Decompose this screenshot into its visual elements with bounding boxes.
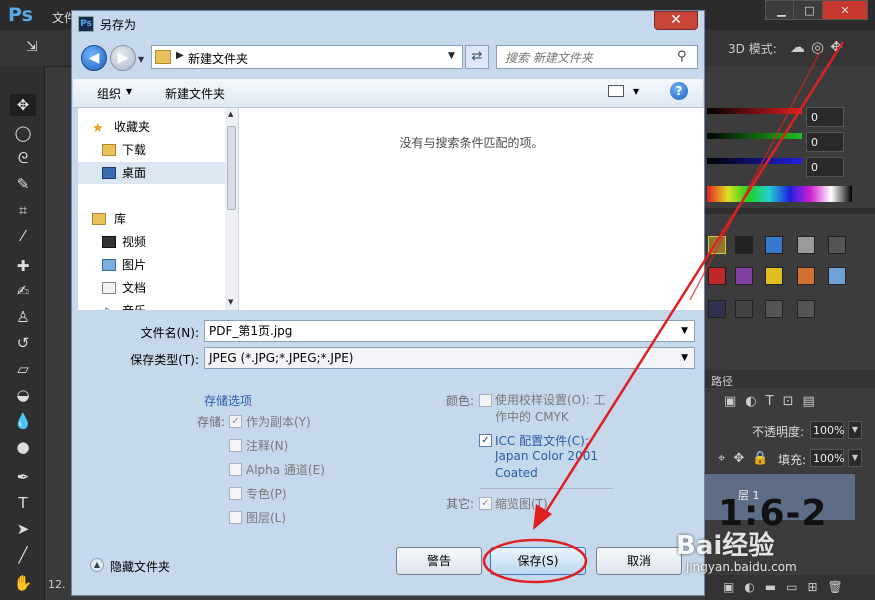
annotation-overlay	[482, 41, 845, 584]
watermark-logo: Bai经验	[676, 531, 775, 561]
annotation-secondary-line	[689, 51, 821, 301]
annotation-circle	[482, 538, 588, 584]
annotation-arrow-line	[540, 41, 845, 519]
watermark-url: jingyan.baidu.com	[686, 560, 797, 574]
